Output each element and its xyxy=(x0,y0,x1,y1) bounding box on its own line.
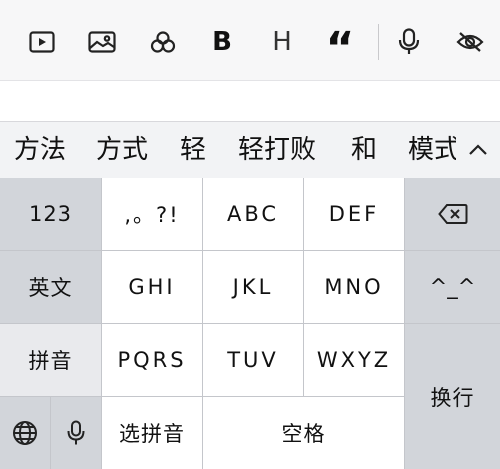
voice-input-key[interactable] xyxy=(51,397,102,469)
heading-button[interactable]: H xyxy=(260,22,304,62)
text-input-area[interactable] xyxy=(0,81,500,121)
jkl-key[interactable]: JKL xyxy=(203,251,304,324)
microphone-icon xyxy=(398,28,420,54)
punctuation-key-label: ,。?! xyxy=(124,203,180,227)
pinyin-key[interactable]: 拼音 xyxy=(0,324,102,397)
pqrs-key-label: PQRS xyxy=(117,348,187,372)
candidate-item[interactable]: 轻 xyxy=(180,130,206,170)
select-pinyin-key-label: 选拼音 xyxy=(119,422,185,446)
quote-label: “ xyxy=(325,22,355,74)
quote-button[interactable]: “ xyxy=(318,22,362,74)
video-icon xyxy=(29,31,55,53)
wxyz-key-label: WXYZ xyxy=(316,348,392,372)
abc-key[interactable]: ABC xyxy=(203,178,304,251)
candidate-item[interactable]: 和 xyxy=(351,130,377,170)
expand-candidates-button[interactable] xyxy=(456,122,500,178)
keyboard: 123 ,。?! ABC DEF 英文 GHI JKL MNO ^_^ 拼音 P… xyxy=(0,178,500,469)
mno-key[interactable]: MNO xyxy=(304,251,405,324)
tuv-key-label: TUV xyxy=(227,348,279,372)
numbers-key-label: 123 xyxy=(28,202,73,226)
image-icon xyxy=(88,31,116,53)
mno-key-label: MNO xyxy=(324,275,384,299)
def-key[interactable]: DEF xyxy=(304,178,405,251)
numbers-key[interactable]: 123 xyxy=(0,178,102,251)
select-pinyin-key[interactable]: 选拼音 xyxy=(102,397,203,469)
heading-label: H xyxy=(272,27,292,57)
candidate-item[interactable]: 模式 xyxy=(408,130,458,170)
space-key-label: 空格 xyxy=(281,422,326,446)
chevron-up-icon xyxy=(469,144,487,155)
candidate-item[interactable]: 方法 xyxy=(14,130,66,170)
ghi-key-label: GHI xyxy=(128,275,176,299)
pqrs-key[interactable]: PQRS xyxy=(102,324,203,397)
def-key-label: DEF xyxy=(328,202,380,226)
jkl-key-label: JKL xyxy=(232,275,274,299)
hide-keyboard-button[interactable] xyxy=(448,22,492,62)
bold-label: B xyxy=(212,27,232,57)
ghi-key[interactable]: GHI xyxy=(102,251,203,324)
english-key-label: 英文 xyxy=(28,276,73,300)
english-key[interactable]: 英文 xyxy=(0,251,102,324)
circles-button[interactable] xyxy=(141,22,185,62)
space-key[interactable]: 空格 xyxy=(203,397,405,469)
emoji-key[interactable]: ^_^ xyxy=(405,251,500,324)
microphone-icon xyxy=(67,420,85,445)
emoji-key-label: ^_^ xyxy=(429,275,476,299)
candidate-item[interactable]: 轻打败 xyxy=(238,130,316,170)
tuv-key[interactable]: TUV xyxy=(203,324,304,397)
punctuation-key[interactable]: ,。?! xyxy=(102,178,203,251)
eye-off-icon xyxy=(456,32,484,52)
image-button[interactable] xyxy=(80,22,124,62)
circles-icon xyxy=(150,31,176,53)
candidate-list: 方法 方式 轻 轻打败 和 模式 xyxy=(0,122,458,178)
candidate-bar: 方法 方式 轻 轻打败 和 模式 xyxy=(0,121,500,179)
abc-key-label: ABC xyxy=(226,202,280,226)
delete-icon xyxy=(437,204,467,224)
voice-button[interactable] xyxy=(387,22,431,62)
video-button[interactable] xyxy=(20,22,64,62)
return-key-label: 换行 xyxy=(430,385,475,410)
globe-key[interactable] xyxy=(0,397,51,469)
editor-toolbar: B H “ xyxy=(0,0,500,81)
pinyin-key-label: 拼音 xyxy=(28,349,73,373)
toolbar-divider xyxy=(378,24,379,60)
delete-key[interactable] xyxy=(405,178,500,251)
globe-icon xyxy=(13,421,37,445)
bold-button[interactable]: B xyxy=(200,22,244,62)
wxyz-key[interactable]: WXYZ xyxy=(304,324,405,397)
candidate-item[interactable]: 方式 xyxy=(96,130,148,170)
return-key[interactable]: 换行 xyxy=(405,324,500,469)
